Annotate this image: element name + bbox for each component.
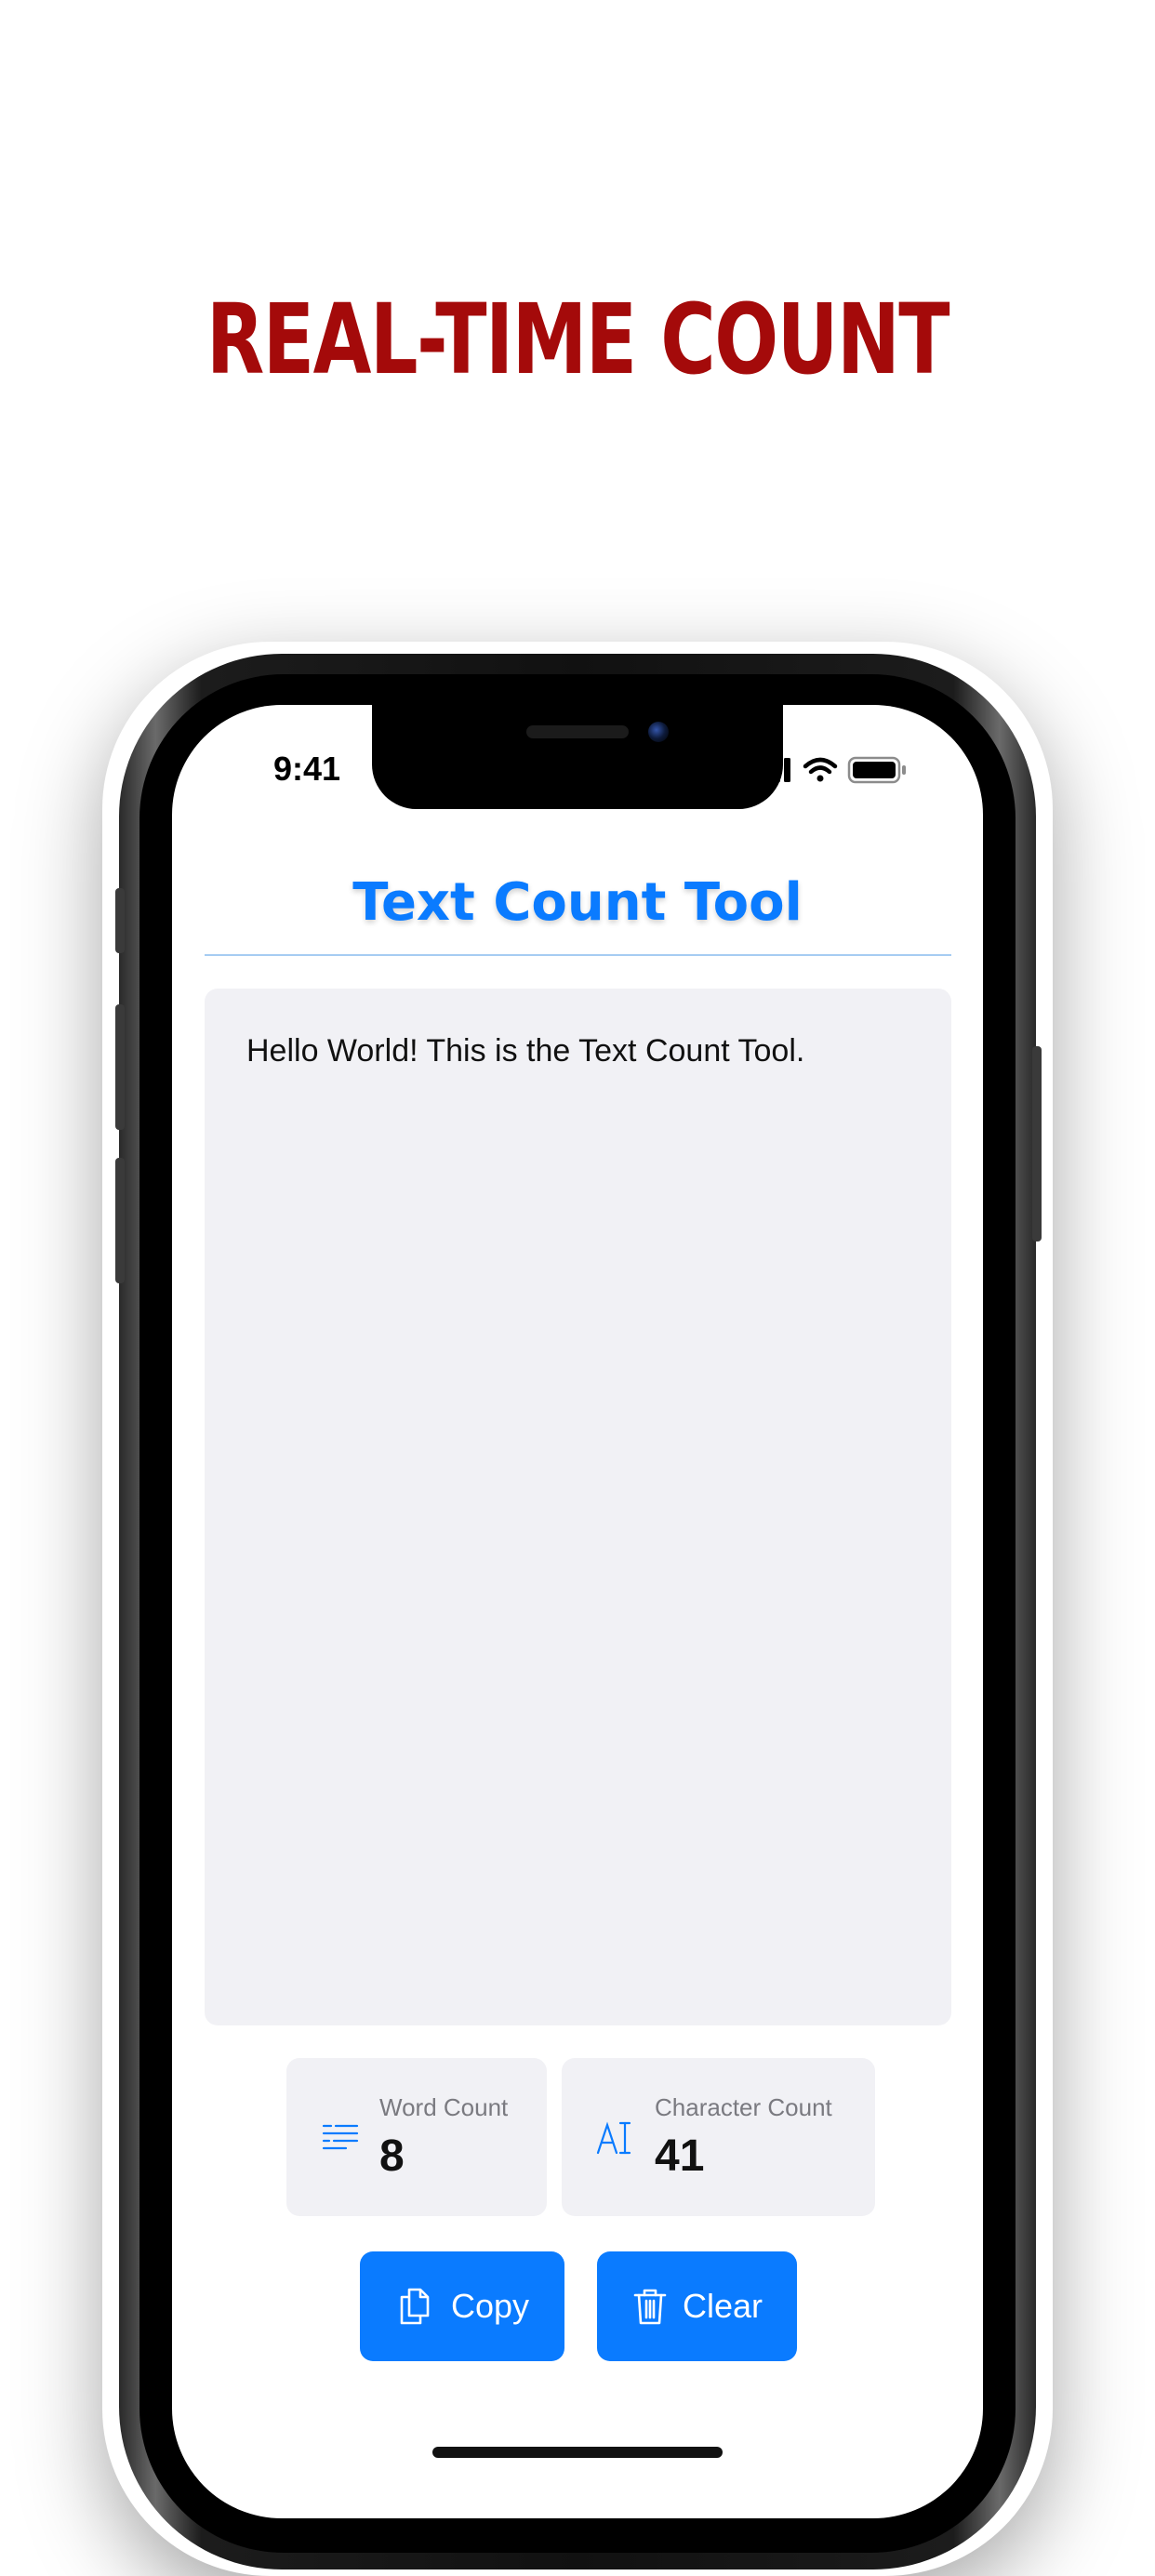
silent-switch xyxy=(115,888,125,953)
trash-icon xyxy=(633,2289,667,2325)
volume-down-button xyxy=(115,1158,125,1283)
notch xyxy=(372,705,783,809)
volume-up-button xyxy=(115,1004,125,1130)
earpiece-speaker xyxy=(526,725,629,738)
text-cursor-icon xyxy=(596,2121,631,2155)
clear-button[interactable]: Clear xyxy=(597,2251,797,2361)
clear-button-label: Clear xyxy=(683,2287,763,2325)
list-lines-icon xyxy=(322,2124,359,2150)
text-input-value[interactable]: Hello World! This is the Text Count Tool… xyxy=(246,1033,804,1069)
copy-icon xyxy=(400,2288,430,2325)
power-button xyxy=(1032,1046,1042,1242)
word-count-card: Word Count 8 xyxy=(286,2058,547,2216)
status-icons xyxy=(753,753,939,787)
phone-screen: 9:41 Text Count Tool Hello World! This i… xyxy=(172,705,983,2518)
copy-button-label: Copy xyxy=(451,2287,530,2325)
home-indicator[interactable] xyxy=(432,2447,723,2458)
front-camera xyxy=(648,722,669,742)
character-count-value: 41 xyxy=(655,2131,705,2181)
text-input-area[interactable]: Hello World! This is the Text Count Tool… xyxy=(205,989,951,2025)
promo-headline: REAL-TIME COUNT xyxy=(206,283,950,396)
title-divider xyxy=(205,954,951,956)
status-time: 9:41 xyxy=(272,750,341,788)
copy-button[interactable]: Copy xyxy=(360,2251,564,2361)
word-count-label: Word Count xyxy=(379,2093,509,2121)
app-title: Text Count Tool xyxy=(352,872,803,933)
character-count-label: Character Count xyxy=(655,2093,832,2121)
character-count-card: Character Count 41 xyxy=(562,2058,875,2216)
signal-icon xyxy=(753,758,790,782)
word-count-value: 8 xyxy=(379,2131,405,2181)
battery-icon xyxy=(847,756,906,784)
wifi-icon xyxy=(803,757,838,782)
